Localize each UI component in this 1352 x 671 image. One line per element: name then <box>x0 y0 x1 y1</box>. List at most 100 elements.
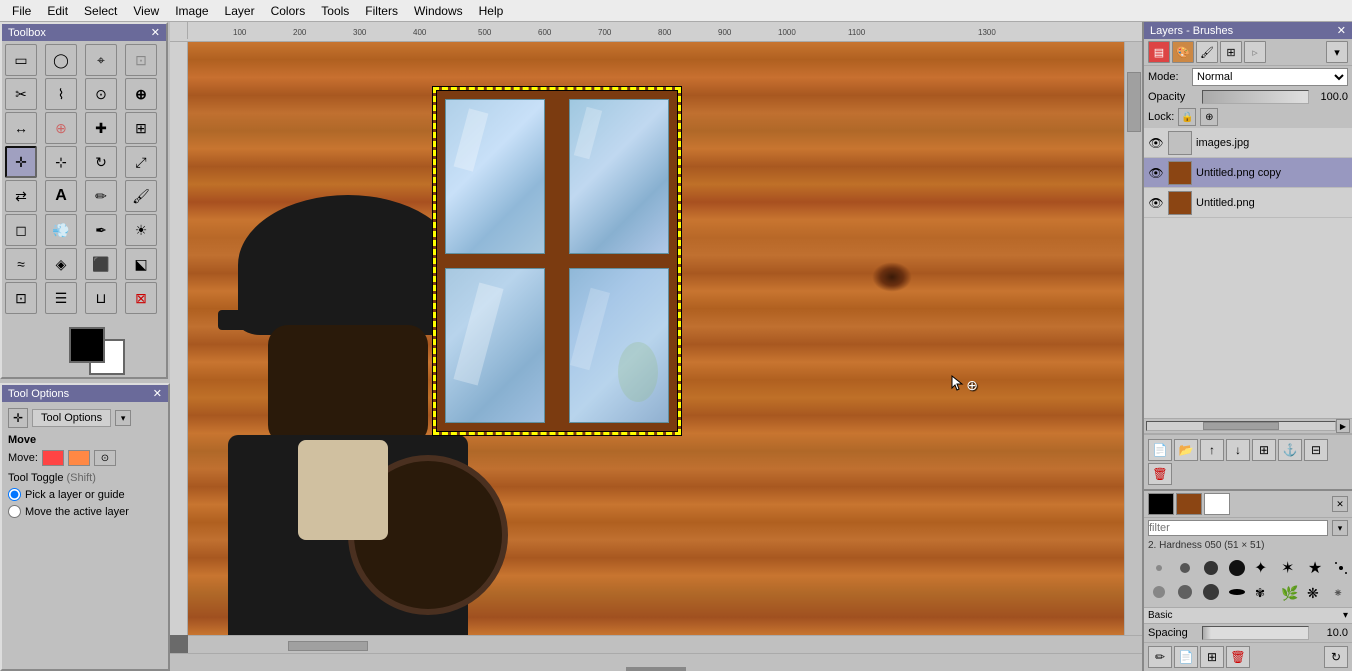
brush-swatch-brown[interactable] <box>1176 493 1202 515</box>
tool-ink[interactable]: ✒ <box>85 214 117 246</box>
h-scroll-thumb[interactable] <box>288 641 368 651</box>
brush-item-8[interactable] <box>1330 557 1352 579</box>
tool-scale[interactable]: ⤢ <box>125 146 157 178</box>
brush-item-6[interactable]: ✶ <box>1278 557 1300 579</box>
tool-scissors[interactable]: ✂ <box>5 78 37 110</box>
move-btn2[interactable] <box>68 450 90 466</box>
tool-levels[interactable]: ☰ <box>45 282 77 314</box>
brush-refresh-btn[interactable]: ↻ <box>1324 646 1348 668</box>
menu-filters[interactable]: Filters <box>357 2 406 20</box>
tool-ellipse-select[interactable]: ◯ <box>45 44 77 76</box>
tool-measure[interactable]: ↔ <box>5 112 37 144</box>
lock-position-icon[interactable]: ⊕ <box>1200 108 1218 126</box>
menu-help[interactable]: Help <box>471 2 512 20</box>
fg-color-swatch[interactable] <box>69 327 105 363</box>
layer-item-images[interactable]: 👁 images.jpg <box>1144 128 1352 158</box>
layers-scroll-right[interactable]: ▶ <box>1336 419 1350 433</box>
brush-item-1[interactable] <box>1148 557 1170 579</box>
delete-layer-btn[interactable]: 🗑 <box>1148 463 1172 485</box>
brushes-panel-close[interactable]: ✕ <box>1332 496 1348 512</box>
brush-swatch-white[interactable] <box>1204 493 1230 515</box>
layers-panel-menu-icon[interactable]: ▾ <box>1326 41 1348 63</box>
brush-item-12[interactable] <box>1226 581 1248 603</box>
brush-item-3[interactable] <box>1200 557 1222 579</box>
tab-brush-icon[interactable]: 🖌 <box>1196 41 1218 63</box>
layer-item-untitled[interactable]: 👁 Untitled.png <box>1144 188 1352 218</box>
brush-item-9[interactable] <box>1148 581 1170 603</box>
tool-dodge-burn[interactable]: ☀ <box>125 214 157 246</box>
brush-delete-btn[interactable]: 🗑 <box>1226 646 1250 668</box>
menu-image[interactable]: Image <box>167 2 216 20</box>
tool-heal[interactable]: ✚ <box>85 112 117 144</box>
tool-options-menu-icon[interactable]: ▾ <box>115 410 131 426</box>
brush-item-11[interactable] <box>1200 581 1222 603</box>
tool-clone[interactable]: ⊕ <box>45 112 77 144</box>
brush-new-btn[interactable]: 📄 <box>1174 646 1198 668</box>
menu-layer[interactable]: Layer <box>217 2 263 20</box>
tool-pencil[interactable]: ✏ <box>85 180 117 212</box>
tool-paintbrush[interactable]: 🖌 <box>125 180 157 212</box>
brush-edit-btn[interactable]: ✏ <box>1148 646 1172 668</box>
brush-item-16[interactable]: ⁕ <box>1330 581 1352 603</box>
opacity-slider[interactable] <box>1202 90 1309 104</box>
move-btn1[interactable] <box>42 450 64 466</box>
brush-item-5[interactable]: ✦ <box>1252 557 1274 579</box>
tool-zoom[interactable]: ⊕ <box>125 78 157 110</box>
tab-colors-icon[interactable]: 🎨 <box>1172 41 1194 63</box>
brush-duplicate-btn[interactable]: ⊞ <box>1200 646 1224 668</box>
tab-layers-icon[interactable]: ▤ <box>1148 41 1170 63</box>
menu-colors[interactable]: Colors <box>263 2 314 20</box>
menu-windows[interactable]: Windows <box>406 2 471 20</box>
tool-hue-sat[interactable]: ⊔ <box>85 282 117 314</box>
brush-item-4[interactable] <box>1226 557 1248 579</box>
tool-eraser[interactable]: ◻ <box>5 214 37 246</box>
duplicate-layer-btn[interactable]: ⊞ <box>1252 439 1276 461</box>
tool-flip[interactable]: ⇄ <box>5 180 37 212</box>
v-scroll-thumb[interactable] <box>1127 72 1141 132</box>
tool-smudge[interactable]: ≈ <box>5 248 37 280</box>
brush-item-star[interactable]: ★ <box>1304 557 1326 579</box>
layers-scroll-thumb[interactable] <box>1203 422 1278 430</box>
brush-item-13[interactable]: ✾ <box>1252 581 1274 603</box>
tool-color-picker[interactable]: ⊙ <box>85 78 117 110</box>
menu-tools[interactable]: Tools <box>313 2 357 20</box>
layer-visibility-untitled-copy[interactable]: 👁 <box>1148 165 1164 181</box>
canvas-scroll[interactable]: ⊕ <box>170 42 1142 653</box>
open-file-btn[interactable]: 📂 <box>1174 439 1198 461</box>
layers-scroll-track[interactable] <box>1146 421 1336 431</box>
tool-rect-select[interactable]: ▭ <box>5 44 37 76</box>
lower-layer-btn[interactable]: ↓ <box>1226 439 1250 461</box>
tool-options-tab[interactable]: Tool Options <box>32 409 111 427</box>
brush-item-2[interactable] <box>1174 557 1196 579</box>
brush-item-14[interactable]: 🌿 <box>1278 581 1300 603</box>
move-btn3[interactable]: ⊙ <box>94 450 116 466</box>
tool-fuzzy-select[interactable]: ⊡ <box>125 44 157 76</box>
layer-visibility-untitled[interactable]: 👁 <box>1148 195 1164 211</box>
layers-scrollbar[interactable]: ▶ <box>1144 418 1352 434</box>
tool-move[interactable]: ✛ <box>5 146 37 178</box>
tool-paths[interactable]: ⌇ <box>45 78 77 110</box>
brush-item-15[interactable]: ❋ <box>1304 581 1326 603</box>
brush-swatch-black[interactable] <box>1148 493 1174 515</box>
layer-item-untitled-copy[interactable]: 👁 Untitled.png copy <box>1144 158 1352 188</box>
radio-move-layer[interactable]: Move the active layer <box>8 505 162 518</box>
tool-airbrush[interactable]: 💨 <box>45 214 77 246</box>
tool-options-close-icon[interactable]: ✕ <box>153 387 162 400</box>
brushes-expand-icon[interactable]: ▾ <box>1343 610 1348 621</box>
tool-free-select[interactable]: ⌖ <box>85 44 117 76</box>
tool-bucket[interactable]: ⬛ <box>85 248 117 280</box>
brush-filter-dropdown[interactable]: ▾ <box>1332 520 1348 536</box>
horizontal-scrollbar[interactable] <box>188 635 1142 653</box>
tool-rotate[interactable]: ↻ <box>85 146 117 178</box>
menu-file[interactable]: File <box>4 2 39 20</box>
lock-alpha-icon[interactable]: 🔒 <box>1178 108 1196 126</box>
menu-select[interactable]: Select <box>76 2 125 20</box>
radio-pick-input[interactable] <box>8 488 21 501</box>
brush-item-10[interactable] <box>1174 581 1196 603</box>
raise-layer-btn[interactable]: ↑ <box>1200 439 1224 461</box>
layers-close-icon[interactable]: ✕ <box>1337 24 1346 37</box>
menu-edit[interactable]: Edit <box>39 2 76 20</box>
toolbox-close-icon[interactable]: ✕ <box>151 26 160 39</box>
tool-curves[interactable]: ⊡ <box>5 282 37 314</box>
new-layer-btn[interactable]: 📄 <box>1148 439 1172 461</box>
